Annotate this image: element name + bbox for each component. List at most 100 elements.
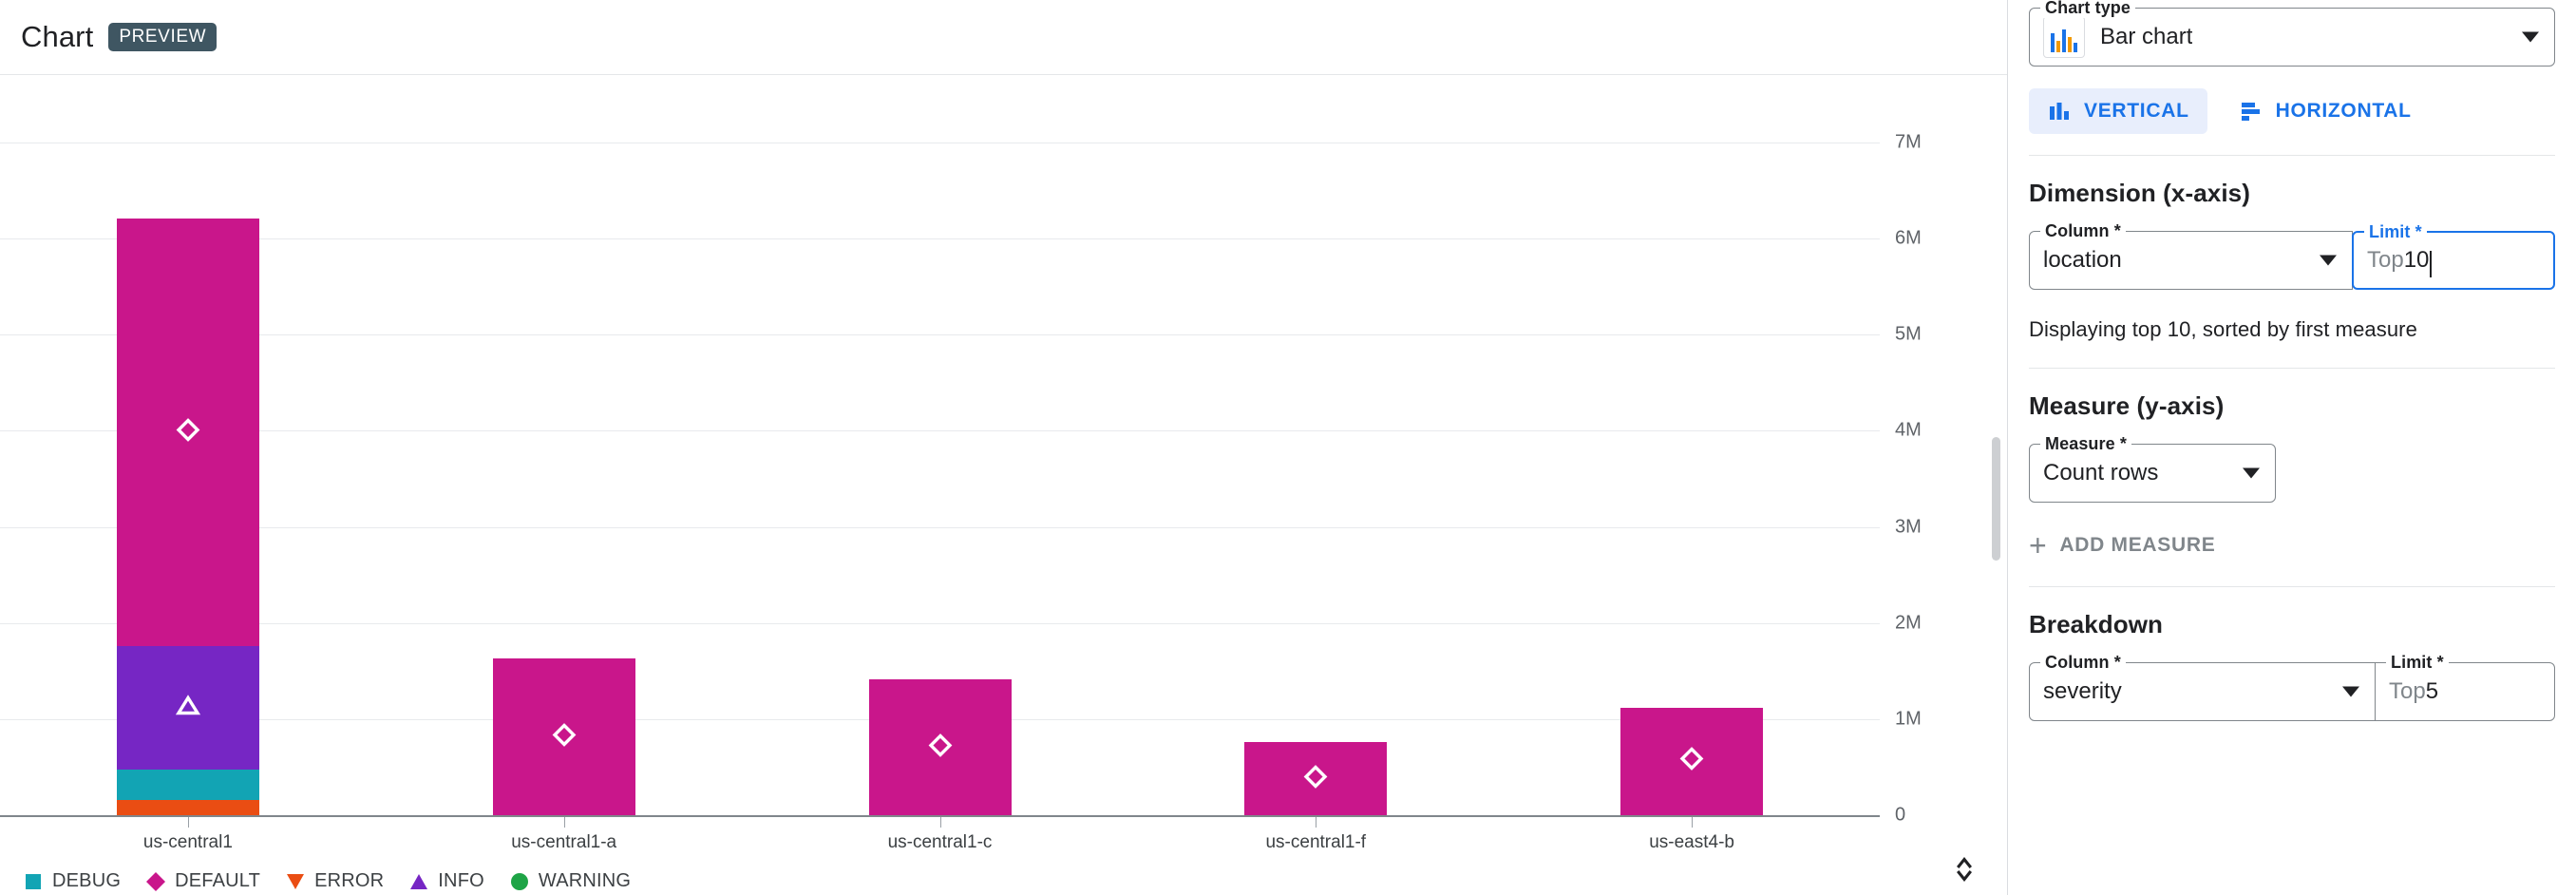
- x-axis-category-label: us-central1-a: [511, 832, 617, 852]
- diamond-legend-icon: [145, 871, 166, 892]
- measure-select[interactable]: Measure * Count rows: [2029, 434, 2276, 503]
- text-cursor: [2430, 251, 2433, 277]
- breakdown-limit-value: 5: [2425, 678, 2439, 704]
- bar-segment[interactable]: [868, 679, 1012, 815]
- diamond-marker-icon: [550, 720, 578, 753]
- y-axis-tick-label: 2M: [1895, 612, 1922, 634]
- bar-segment[interactable]: [116, 799, 259, 815]
- diamond-marker-icon: [1677, 745, 1706, 778]
- breakdown-column-label: Column *: [2040, 653, 2126, 673]
- orientation-toggle-group: VERTICAL HORIZONTAL: [2029, 88, 2555, 134]
- orientation-horizontal-label: HORIZONTAL: [2275, 100, 2412, 122]
- breakdown-column-value: severity: [2043, 678, 2122, 704]
- dimension-section-title: Dimension (x-axis): [2029, 179, 2250, 207]
- measure-section-title: Measure (y-axis): [2029, 391, 2225, 420]
- bar-chart-icon: [2043, 16, 2085, 58]
- triangle-up-marker-icon: [174, 692, 202, 725]
- bar-segment[interactable]: [116, 218, 259, 646]
- dimension-limit-prefix: Top: [2367, 247, 2404, 273]
- diamond-marker-icon: [174, 415, 202, 448]
- chart-plot-area: 0 1M 2M 3M 4M 5M 6M 7M us-central1 us-central1-a u…: [0, 75, 2007, 895]
- chart-preview-pane: Chart PREVIEW 0 1M 2M 3M 4M 5M 6M 7M us-central1…: [0, 0, 2007, 895]
- breakdown-limit-prefix: Top: [2389, 678, 2426, 704]
- breakdown-column-select[interactable]: Column * severity: [2029, 653, 2376, 721]
- legend-item[interactable]: DEBUG: [23, 870, 121, 892]
- plus-icon: +: [2029, 528, 2048, 562]
- preview-badge: PREVIEW: [108, 23, 218, 51]
- dimension-column-select[interactable]: Column * location: [2029, 221, 2353, 290]
- legend-label: INFO: [438, 870, 484, 891]
- chart-legend: DEBUG DEFAULT ERROR INFO WARNING: [23, 870, 631, 892]
- legend-item[interactable]: WARNING: [509, 870, 631, 892]
- bar-column[interactable]: [868, 143, 1012, 815]
- bar-segment[interactable]: [116, 646, 259, 771]
- y-axis-tick-label: 0: [1895, 804, 1906, 826]
- chevron-down-icon: [2342, 686, 2359, 697]
- chevron-down-icon: [2522, 31, 2539, 43]
- y-axis-tick-label: 1M: [1895, 708, 1922, 730]
- legend-label: DEFAULT: [175, 870, 261, 891]
- bar-segment[interactable]: [1620, 707, 1764, 815]
- x-axis-category-label: us-central1: [142, 832, 233, 852]
- y-axis-tick-label: 5M: [1895, 323, 1922, 345]
- chart-type-value: Bar chart: [2100, 24, 2193, 49]
- vertical-bars-icon: [2050, 103, 2069, 120]
- orientation-horizontal-button[interactable]: HORIZONTAL: [2221, 88, 2430, 134]
- x-axis-tick: [1692, 817, 1694, 828]
- dimension-limit-input[interactable]: Limit * Top 10: [2352, 222, 2555, 290]
- legend-label: WARNING: [538, 870, 632, 891]
- triangle-down-legend-icon: [285, 871, 306, 892]
- options-pane-scrollbar[interactable]: [1992, 437, 2000, 561]
- bar-column[interactable]: [492, 143, 635, 815]
- breakdown-limit-label: Limit *: [2386, 653, 2449, 673]
- x-axis-category-label: us-central1-f: [1265, 832, 1367, 852]
- dimension-limit-label: Limit *: [2364, 222, 2427, 242]
- chevron-down-icon: [2320, 255, 2337, 266]
- bar-segment[interactable]: [116, 770, 259, 800]
- square-legend-icon: [23, 871, 44, 892]
- bar-column[interactable]: [1244, 143, 1388, 815]
- chart-builder-screen: Chart PREVIEW 0 1M 2M 3M 4M 5M 6M 7M us-central1…: [0, 0, 2576, 895]
- orientation-vertical-label: VERTICAL: [2084, 100, 2189, 122]
- bar-segment[interactable]: [492, 658, 635, 815]
- add-measure-label: ADD MEASURE: [2059, 534, 2216, 556]
- dimension-column-value: location: [2043, 247, 2122, 273]
- dimension-limit-value: 10: [2403, 247, 2430, 273]
- y-axis-tick-label: 4M: [1895, 419, 1922, 441]
- legend-item[interactable]: ERROR: [285, 870, 384, 892]
- orientation-vertical-button[interactable]: VERTICAL: [2029, 88, 2207, 134]
- triangle-up-legend-icon: [408, 871, 429, 892]
- horizontal-bars-icon: [2241, 103, 2260, 121]
- legend-label: ERROR: [314, 870, 385, 891]
- chevron-up-down-icon: [1957, 857, 1972, 882]
- breakdown-field-pair: Column * severity Limit * Top 5: [2029, 653, 2555, 721]
- chart-options-pane: Chart type Bar chart VERTICAL HORIZONTAL…: [2008, 0, 2576, 895]
- page-title: Chart: [21, 20, 94, 53]
- chart-header: Chart PREVIEW: [0, 0, 2007, 75]
- circle-legend-icon: [509, 871, 530, 892]
- y-axis-tick-label: 3M: [1895, 516, 1922, 538]
- x-axis-category-label: us-east4-b: [1649, 832, 1734, 852]
- bar-column[interactable]: [1620, 143, 1764, 815]
- legend-label: DEBUG: [52, 870, 122, 891]
- measure-label: Measure *: [2040, 434, 2131, 454]
- chart-type-select[interactable]: Chart type Bar chart: [2029, 0, 2555, 67]
- breakdown-section-title: Breakdown: [2029, 610, 2164, 638]
- legend-item[interactable]: DEFAULT: [145, 870, 260, 892]
- breakdown-limit-input[interactable]: Limit * Top 5: [2375, 653, 2555, 721]
- chart-resize-handle[interactable]: [1948, 850, 1980, 888]
- x-axis-category-label: us-central1-c: [887, 832, 993, 852]
- legend-item[interactable]: INFO: [408, 870, 484, 892]
- bar-segment[interactable]: [1244, 742, 1388, 815]
- chevron-down-icon: [2243, 467, 2260, 479]
- y-axis-tick-label: 6M: [1895, 227, 1922, 249]
- diamond-marker-icon: [926, 731, 955, 764]
- y-axis-tick-label: 7M: [1895, 131, 1922, 153]
- measure-value: Count rows: [2043, 460, 2159, 486]
- bar-column[interactable]: [116, 143, 259, 815]
- x-axis-tick: [187, 817, 189, 828]
- dimension-column-label: Column *: [2040, 221, 2126, 241]
- x-axis-tick: [563, 817, 565, 828]
- x-axis-tick: [939, 817, 941, 828]
- add-measure-button[interactable]: + ADD MEASURE: [2029, 530, 2555, 561]
